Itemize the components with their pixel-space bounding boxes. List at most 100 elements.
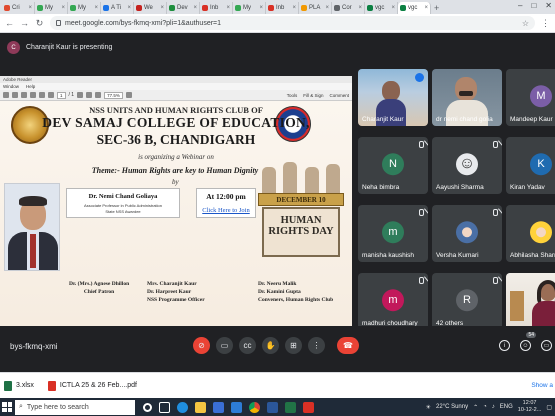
participant-tile[interactable]: Versha Kumari <box>432 205 502 262</box>
participant-tile[interactable]: M Mandeep Kaur <box>506 69 555 126</box>
language-indicator[interactable]: ENG <box>500 404 513 410</box>
network-icon[interactable]: ◔ <box>483 404 487 410</box>
cortana-icon[interactable] <box>143 402 152 412</box>
participant-tile[interactable]: m manisha kaushish <box>358 205 428 262</box>
mic-off-button[interactable]: ⊘ <box>193 337 210 354</box>
tab-close-icon[interactable]: × <box>358 5 362 11</box>
maximize-icon[interactable]: □ <box>531 1 536 10</box>
back-icon[interactable]: ← <box>5 18 14 28</box>
tab-close-icon[interactable]: × <box>28 5 32 11</box>
save-icon[interactable] <box>12 92 18 98</box>
participant-tile[interactable]: dr nemi chand golia <box>432 69 502 126</box>
select-icon[interactable] <box>77 92 84 98</box>
tab-close-icon[interactable]: × <box>391 5 395 11</box>
reload-icon[interactable]: ↻ <box>35 18 44 29</box>
browser-tab[interactable]: Dev × <box>167 2 200 14</box>
download-item[interactable]: ICTLA 25 & 26 Feb....pdf <box>47 380 137 391</box>
zoom-select[interactable]: 77.5% <box>104 91 123 99</box>
browser-tab[interactable]: My × <box>35 2 68 14</box>
print-icon[interactable] <box>21 92 27 98</box>
tab-close-icon[interactable]: × <box>424 5 428 11</box>
info-icon[interactable]: i <box>499 340 510 351</box>
show-all-downloads[interactable]: Show a <box>531 382 553 389</box>
presenter-avatar: C <box>7 41 20 54</box>
pdf-menu-window[interactable]: Window <box>3 83 19 90</box>
extensions-icon[interactable]: ⋮ <box>541 18 550 29</box>
tab-close-icon[interactable]: × <box>160 5 164 11</box>
tools-button[interactable]: Tools <box>287 93 298 98</box>
bookmark-star-icon[interactable]: ☆ <box>522 19 529 28</box>
camera-button[interactable]: ▭ <box>216 337 233 354</box>
browser-tab[interactable]: PLA × <box>299 2 332 14</box>
participant-tile[interactable] <box>506 273 555 330</box>
clock-date: 10-12-2... <box>517 407 542 413</box>
tab-close-icon[interactable]: × <box>94 5 98 11</box>
download-item[interactable]: 3.xlsx <box>4 380 34 391</box>
page-number-input[interactable]: 1 <box>57 91 66 99</box>
windows-start-icon[interactable] <box>2 402 12 412</box>
self-video <box>506 273 555 330</box>
browser-tab[interactable]: Inb × <box>200 2 233 14</box>
open-icon[interactable] <box>3 92 9 98</box>
zoom-out-icon[interactable] <box>95 92 102 98</box>
fill-sign-button[interactable]: Fill & Sign <box>303 93 323 98</box>
present-button[interactable]: ⊞ <box>285 337 302 354</box>
tab-close-icon[interactable]: × <box>325 5 329 11</box>
excel-icon[interactable] <box>285 401 296 413</box>
tab-close-icon[interactable]: × <box>193 5 197 11</box>
tray-arrow-icon[interactable]: ⌃ <box>473 404 478 411</box>
raise-hand-button[interactable]: ✋ <box>262 337 279 354</box>
tab-close-icon[interactable]: × <box>226 5 230 11</box>
people-icon[interactable]: ☺ 54 <box>520 332 536 351</box>
browser-tab[interactable]: Cri × <box>2 2 35 14</box>
next-page-icon[interactable] <box>48 92 54 98</box>
join-link[interactable]: Click Here to Join <box>197 207 255 214</box>
clock[interactable]: 12:07 10-12-2... <box>518 400 542 414</box>
end-call-button[interactable]: ☎ <box>337 337 359 354</box>
close-icon[interactable]: ✕ <box>545 1 552 10</box>
pdf-menu-help[interactable]: Help <box>26 83 35 90</box>
participant-tile[interactable]: K Kiran Yadav <box>506 137 555 194</box>
file-explorer-icon[interactable] <box>195 401 206 413</box>
hand-icon[interactable] <box>86 92 93 98</box>
browser-tab[interactable]: We × <box>134 2 167 14</box>
captions-button[interactable]: cc <box>239 337 256 354</box>
volume-icon[interactable]: ♪ <box>492 404 495 410</box>
prev-page-icon[interactable] <box>39 92 45 98</box>
store-icon[interactable] <box>213 401 224 413</box>
comment-button[interactable]: Comment <box>329 93 349 98</box>
chat-icon[interactable]: ▭ <box>541 340 552 351</box>
taskbar-search[interactable]: ⌕ Type here to search <box>15 399 135 415</box>
tab-close-icon[interactable]: × <box>127 5 131 11</box>
tab-close-icon[interactable]: × <box>259 5 263 11</box>
fit-page-icon[interactable] <box>125 92 132 98</box>
participant-tile[interactable]: Abhilasha Sharma <box>506 205 555 262</box>
notifications-icon[interactable]: ▢ <box>546 404 552 411</box>
participant-tile[interactable]: ☺ Aayushi Sharma <box>432 137 502 194</box>
tab-close-icon[interactable]: × <box>292 5 296 11</box>
mail-icon[interactable] <box>30 92 36 98</box>
browser-tab[interactable]: Inb × <box>266 2 299 14</box>
browser-tab[interactable]: A Ti × <box>101 2 134 14</box>
forward-icon[interactable]: → <box>20 18 29 28</box>
edge-icon[interactable] <box>177 401 188 413</box>
new-tab-icon[interactable]: + <box>434 2 439 14</box>
acrobat-icon[interactable] <box>303 401 314 413</box>
chrome-icon[interactable] <box>249 401 260 413</box>
mail-app-icon[interactable] <box>231 401 242 413</box>
browser-tab[interactable]: My × <box>233 2 266 14</box>
minimize-icon[interactable]: – <box>518 1 522 10</box>
browser-tab[interactable]: vgc × <box>365 2 398 14</box>
browser-tab[interactable]: My × <box>68 2 101 14</box>
participant-tile[interactable]: N Neha bimbra <box>358 137 428 194</box>
participant-tile[interactable]: R 42 others <box>432 273 502 330</box>
task-view-icon[interactable] <box>159 401 170 413</box>
word-icon[interactable] <box>267 401 278 413</box>
url-bar[interactable]: meet.google.com/bys-fkmq-xmi?pli=1&authu… <box>50 16 535 30</box>
browser-tab[interactable]: vgc × <box>398 2 431 14</box>
participant-tile[interactable]: m madhuri choudhary <box>358 273 428 330</box>
more-options-button[interactable]: ⋮ <box>308 337 325 354</box>
tab-close-icon[interactable]: × <box>61 5 65 11</box>
participant-tile[interactable]: Charanjit Kaur <box>358 69 428 126</box>
browser-tab[interactable]: Cor × <box>332 2 365 14</box>
